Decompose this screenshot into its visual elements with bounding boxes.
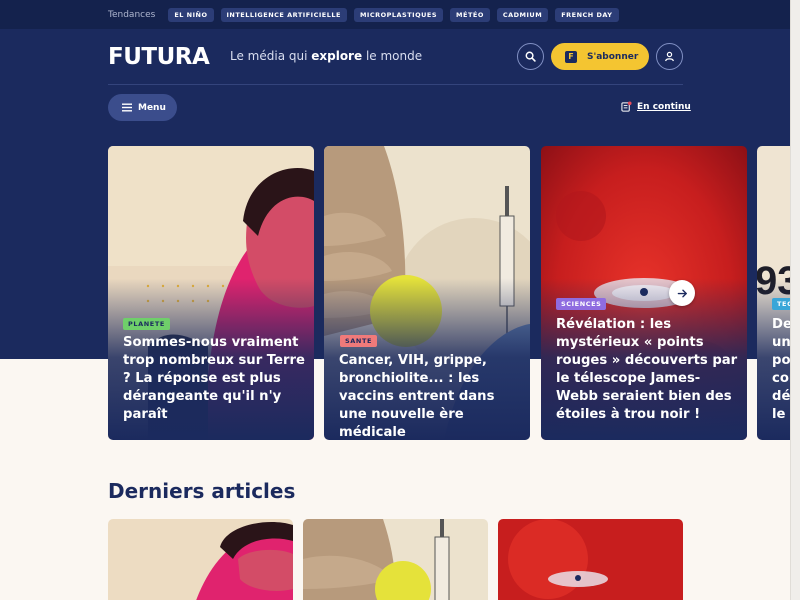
trend-pill-meteo[interactable]: MÉTÉO bbox=[450, 7, 490, 22]
live-feed-icon bbox=[621, 101, 632, 112]
futura-f-icon: F bbox=[565, 50, 577, 63]
menu-icon bbox=[122, 103, 132, 112]
featured-card-tech-partial[interactable]: 93 TEC De unc pou cor déc le c bbox=[757, 146, 790, 440]
card-title-line: le c bbox=[772, 407, 790, 422]
search-icon bbox=[525, 51, 536, 62]
tagline-start: Le média qui bbox=[230, 49, 312, 63]
arrow-right-icon bbox=[677, 289, 687, 297]
user-icon bbox=[665, 51, 674, 62]
trend-pill-ia[interactable]: INTELLIGENCE ARTIFICIELLE bbox=[220, 7, 347, 22]
card-title-line: pou bbox=[772, 353, 790, 368]
article-thumb-planete[interactable] bbox=[108, 519, 293, 600]
category-tag[interactable]: PLANETE bbox=[123, 318, 170, 330]
carousel-next-button[interactable] bbox=[669, 280, 695, 306]
featured-card-sciences[interactable]: SCIENCES Révélation : les mystérieux « p… bbox=[541, 146, 747, 440]
live-feed-label: En continu bbox=[637, 101, 691, 112]
site-tagline: Le média qui explore le monde bbox=[230, 49, 422, 63]
page-scrollbar[interactable] bbox=[790, 0, 800, 600]
card-title[interactable]: Sommes-nous vraiment trop nombreux sur T… bbox=[123, 334, 308, 424]
tagline-end: le monde bbox=[362, 49, 423, 63]
featured-card-planete[interactable]: PLANETE Sommes-nous vraiment trop nombre… bbox=[108, 146, 314, 440]
card-title[interactable]: Cancer, VIH, grippe, bronchiolite... : l… bbox=[339, 352, 524, 440]
trend-pill-el-nino[interactable]: EL NIÑO bbox=[168, 7, 214, 22]
search-button[interactable] bbox=[517, 43, 544, 70]
header-divider bbox=[108, 84, 683, 85]
card-title-line: cor bbox=[772, 371, 790, 386]
card-title-line: déc bbox=[772, 389, 790, 404]
category-tag[interactable]: SANTE bbox=[340, 335, 378, 347]
latest-articles-heading: Derniers articles bbox=[108, 479, 296, 503]
category-tag[interactable]: SCIENCES bbox=[556, 298, 607, 310]
site-logo[interactable]: FUTURA bbox=[108, 44, 210, 70]
trend-pill-french-day[interactable]: FRENCH DAY bbox=[555, 7, 619, 22]
category-tag[interactable]: TEC bbox=[772, 298, 790, 310]
live-feed-link[interactable]: En continu bbox=[621, 101, 691, 112]
subscribe-label: S'abonner bbox=[587, 51, 639, 62]
card-title[interactable]: De unc pou cor déc le c bbox=[772, 316, 790, 424]
menu-label: Menu bbox=[138, 102, 166, 113]
article-thumb-sante[interactable] bbox=[303, 519, 488, 600]
subscribe-button[interactable]: F S'abonner bbox=[551, 43, 649, 70]
card-title-line: De bbox=[772, 317, 790, 332]
trending-label: Tendances bbox=[108, 9, 156, 20]
article-thumb-sciences[interactable] bbox=[498, 519, 683, 600]
card-title[interactable]: Révélation : les mystérieux « points rou… bbox=[556, 316, 741, 424]
trend-pill-microplastiques[interactable]: MICROPLASTIQUES bbox=[353, 7, 444, 22]
trend-pill-cadmium[interactable]: CADMIUM bbox=[496, 7, 549, 22]
tagline-bold: explore bbox=[311, 49, 363, 63]
account-button[interactable] bbox=[656, 43, 683, 70]
menu-button[interactable]: Menu bbox=[108, 94, 177, 121]
card-title-line: unc bbox=[772, 335, 790, 350]
trending-bar: Tendances EL NIÑO INTELLIGENCE ARTIFICIE… bbox=[0, 0, 790, 29]
featured-card-sante[interactable]: SANTE Cancer, VIH, grippe, bronchiolite.… bbox=[324, 146, 530, 440]
